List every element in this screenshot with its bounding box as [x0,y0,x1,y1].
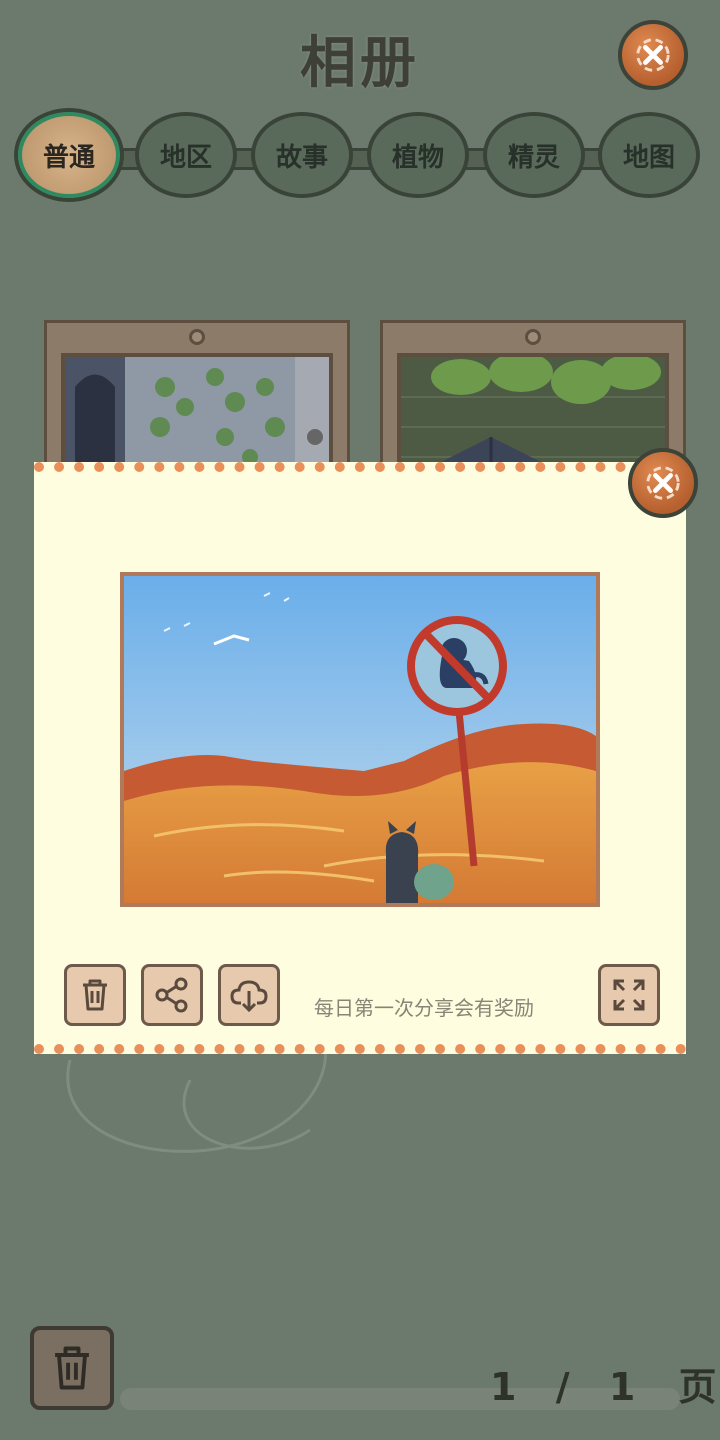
share-icon [155,977,188,1013]
delete-photo-button[interactable] [64,964,126,1026]
page-unit: 页 [678,1365,720,1409]
close-dialog-button[interactable] [628,448,698,518]
tab-normal[interactable]: 普通 [18,112,120,198]
page-title: 相册 [300,31,420,96]
trash-icon [55,1346,89,1390]
current-page: 1 [490,1365,521,1409]
total-pages: 1 [608,1365,640,1409]
close-icon [636,38,670,72]
category-tabs: 普通 地区 故事 植物 精灵 地图 [18,112,702,200]
tab-spirits[interactable]: 精灵 [483,112,585,198]
trash-icon [83,979,107,1011]
page-separator: / [555,1365,574,1409]
card-hanger-hole [525,329,541,345]
cloud-download-icon [230,980,268,1013]
photo-detail-dialog: 每日第一次分享会有奖励 [34,462,686,1054]
tab-plants[interactable]: 植物 [367,112,469,198]
expand-icon [613,979,645,1011]
fullscreen-button[interactable] [598,964,660,1026]
tab-region[interactable]: 地区 [135,112,237,198]
close-icon [646,466,680,500]
tab-map[interactable]: 地图 [598,112,700,198]
download-button[interactable] [218,964,280,1026]
share-button[interactable] [141,964,203,1026]
card-hanger-hole [189,329,205,345]
page-indicator: 1 / 1 页 [490,1356,720,1411]
close-album-button[interactable] [618,20,688,90]
desert-photo [120,572,600,907]
delete-mode-button[interactable] [30,1326,114,1410]
share-reward-hint: 每日第一次分享会有奖励 [314,996,534,1020]
tab-story[interactable]: 故事 [251,112,353,198]
